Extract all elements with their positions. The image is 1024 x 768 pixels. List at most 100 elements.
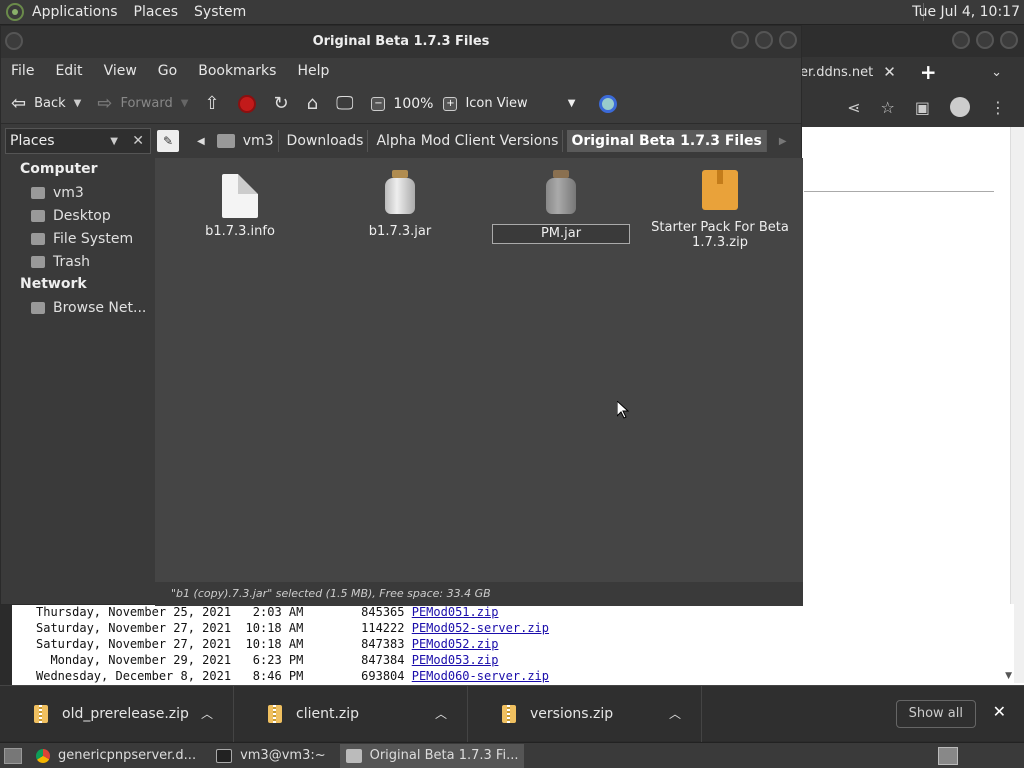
clock[interactable]: Tue Jul 4, 10:17: [912, 4, 1020, 20]
sidebar-item-browse-network[interactable]: Browse Net...: [1, 296, 151, 319]
breadcrumb-left-arrow-icon[interactable]: ◀: [197, 136, 205, 147]
workspace-switcher-icon[interactable]: [938, 746, 958, 765]
fm-menubar: File Edit View Go Bookmarks Help: [1, 58, 801, 84]
chevron-down-icon[interactable]: ⌄: [991, 65, 1002, 80]
sidebar-item-label: Trash: [53, 253, 90, 270]
back-label: Back: [34, 96, 66, 111]
menu-places[interactable]: Places: [134, 4, 179, 20]
chevron-up-icon[interactable]: ︿: [669, 705, 681, 722]
zoom-in-icon[interactable]: +: [443, 96, 458, 111]
file-name: b1.7.3.info: [205, 224, 275, 239]
menu-help[interactable]: Help: [297, 63, 329, 79]
kebab-menu-icon[interactable]: ⋮: [990, 98, 1006, 117]
bookmark-star-icon[interactable]: ☆: [881, 98, 895, 117]
download-item[interactable]: versions.zip ︿: [468, 685, 702, 742]
network-icon: [31, 301, 45, 314]
toggle-location-entry-icon[interactable]: ✎: [157, 130, 179, 152]
breadcrumb-downloads[interactable]: Downloads: [283, 130, 369, 152]
back-button[interactable]: ⇦ Back: [11, 93, 66, 114]
file-item-renaming[interactable]: PM.jar: [491, 170, 631, 244]
close-side-pane-icon[interactable]: ✕: [132, 133, 144, 149]
zip-icon: [702, 170, 738, 210]
download-item[interactable]: old_prerelease.zip ︿: [0, 685, 234, 742]
forward-button[interactable]: ⇨ Forward: [97, 93, 172, 114]
listing-row: Saturday, November 27, 2021 10:18 AM 847…: [36, 637, 499, 651]
sidebar-item-vm3[interactable]: vm3: [1, 181, 151, 204]
maximize-icon[interactable]: [976, 31, 994, 49]
browser-tab-title[interactable]: er.ddns.net: [800, 65, 873, 80]
browser-tabbar: er.ddns.net ✕ + ⌄: [800, 57, 1024, 87]
task-browser[interactable]: genericpnpserver.d...: [30, 744, 202, 768]
menu-file[interactable]: File: [11, 63, 34, 79]
task-terminal[interactable]: vm3@vm3:~: [210, 744, 332, 768]
scroll-down-arrow-icon[interactable]: ▼: [1005, 671, 1012, 681]
sidebar-header-computer: Computer: [20, 161, 98, 177]
sidebar-item-file-system[interactable]: File System: [1, 227, 151, 250]
download-filename: client.zip: [296, 705, 360, 722]
menu-applications[interactable]: Applications: [32, 4, 118, 20]
stop-icon[interactable]: [237, 94, 256, 113]
close-download-bar-icon[interactable]: ✕: [993, 702, 1006, 721]
minimize-icon[interactable]: [952, 31, 970, 49]
back-arrow-icon: ⇦: [11, 93, 27, 114]
close-icon[interactable]: [779, 31, 797, 49]
menu-view[interactable]: View: [104, 63, 137, 79]
mouse-cursor-icon: [617, 401, 629, 419]
profile-avatar-icon[interactable]: [950, 97, 970, 117]
back-history-caret-icon[interactable]: ▼: [74, 98, 82, 109]
file-item[interactable]: Starter Pack For Beta 1.7.3.zip: [650, 170, 790, 250]
sidebar-item-label: Desktop: [53, 207, 111, 224]
minimize-icon[interactable]: [731, 31, 749, 49]
view-mode-select[interactable]: Icon View ▼: [465, 96, 575, 111]
file-item[interactable]: b1.7.3.info: [170, 174, 310, 239]
share-icon[interactable]: ⋖: [847, 98, 860, 117]
zoom-out-icon[interactable]: −: [371, 96, 386, 111]
file-link[interactable]: PEMod052-server.zip: [412, 621, 549, 635]
home-folder-icon: [216, 134, 235, 148]
fm-titlebar[interactable]: Original Beta 1.7.3 Files: [1, 26, 801, 58]
rename-field[interactable]: PM.jar: [492, 224, 630, 244]
reload-icon[interactable]: ↻: [274, 93, 289, 114]
computer-icon[interactable]: 🖵: [336, 93, 353, 114]
file-link[interactable]: PEMod060-server.zip: [412, 669, 549, 683]
side-pane-selector[interactable]: Places ▼ ✕: [5, 128, 151, 154]
task-file-manager[interactable]: Original Beta 1.7.3 Fi...: [339, 743, 525, 768]
drive-icon: [31, 232, 45, 245]
breadcrumb-current[interactable]: Original Beta 1.7.3 Files: [567, 130, 767, 152]
sidebar-item-label: vm3: [53, 184, 84, 201]
new-tab-icon[interactable]: +: [920, 60, 937, 84]
side-panel-icon[interactable]: ▣: [915, 98, 930, 117]
show-desktop-icon[interactable]: [4, 747, 22, 764]
menu-bookmarks[interactable]: Bookmarks: [198, 63, 276, 79]
distro-logo-icon[interactable]: [6, 3, 24, 21]
menu-edit[interactable]: Edit: [55, 63, 82, 79]
chevron-up-icon[interactable]: ︿: [435, 705, 447, 722]
breadcrumb-right-arrow-icon[interactable]: ▶: [779, 136, 787, 147]
menu-go[interactable]: Go: [158, 63, 177, 79]
zoom-level: 100%: [393, 95, 434, 112]
file-manager-window: Original Beta 1.7.3 Files File Edit View…: [0, 25, 803, 606]
forward-history-caret-icon[interactable]: ▼: [181, 98, 189, 109]
home-icon[interactable]: ⌂: [307, 93, 318, 114]
browser-scrollbar[interactable]: [1010, 127, 1024, 683]
file-item[interactable]: b1.7.3.jar: [330, 170, 470, 239]
menu-system[interactable]: System: [194, 4, 246, 20]
sidebar-item-desktop[interactable]: Desktop: [1, 204, 151, 227]
maximize-icon[interactable]: [755, 31, 773, 49]
icon-view-pane[interactable]: b1.7.3.info b1.7.3.jar PM.jar Starter Pa…: [155, 158, 803, 582]
breadcrumb-alpha-mod[interactable]: Alpha Mod Client Versions: [372, 130, 564, 152]
file-link[interactable]: PEMod052.zip: [412, 637, 499, 651]
sidebar-header-network: Network: [20, 276, 87, 292]
search-icon[interactable]: [599, 94, 618, 113]
breadcrumb-vm3[interactable]: vm3: [213, 130, 279, 152]
up-arrow-icon[interactable]: ⇧: [204, 93, 219, 114]
forward-arrow-icon: ⇨: [97, 93, 113, 114]
download-item[interactable]: client.zip ︿: [234, 685, 468, 742]
sidebar-item-trash[interactable]: Trash: [1, 250, 151, 273]
file-link[interactable]: PEMod051.zip: [412, 605, 499, 619]
file-link[interactable]: PEMod053.zip: [412, 653, 499, 667]
show-all-downloads-button[interactable]: Show all: [895, 700, 976, 728]
tab-close-icon[interactable]: ✕: [883, 63, 896, 81]
chevron-up-icon[interactable]: ︿: [201, 705, 213, 722]
close-icon[interactable]: [1000, 31, 1018, 49]
